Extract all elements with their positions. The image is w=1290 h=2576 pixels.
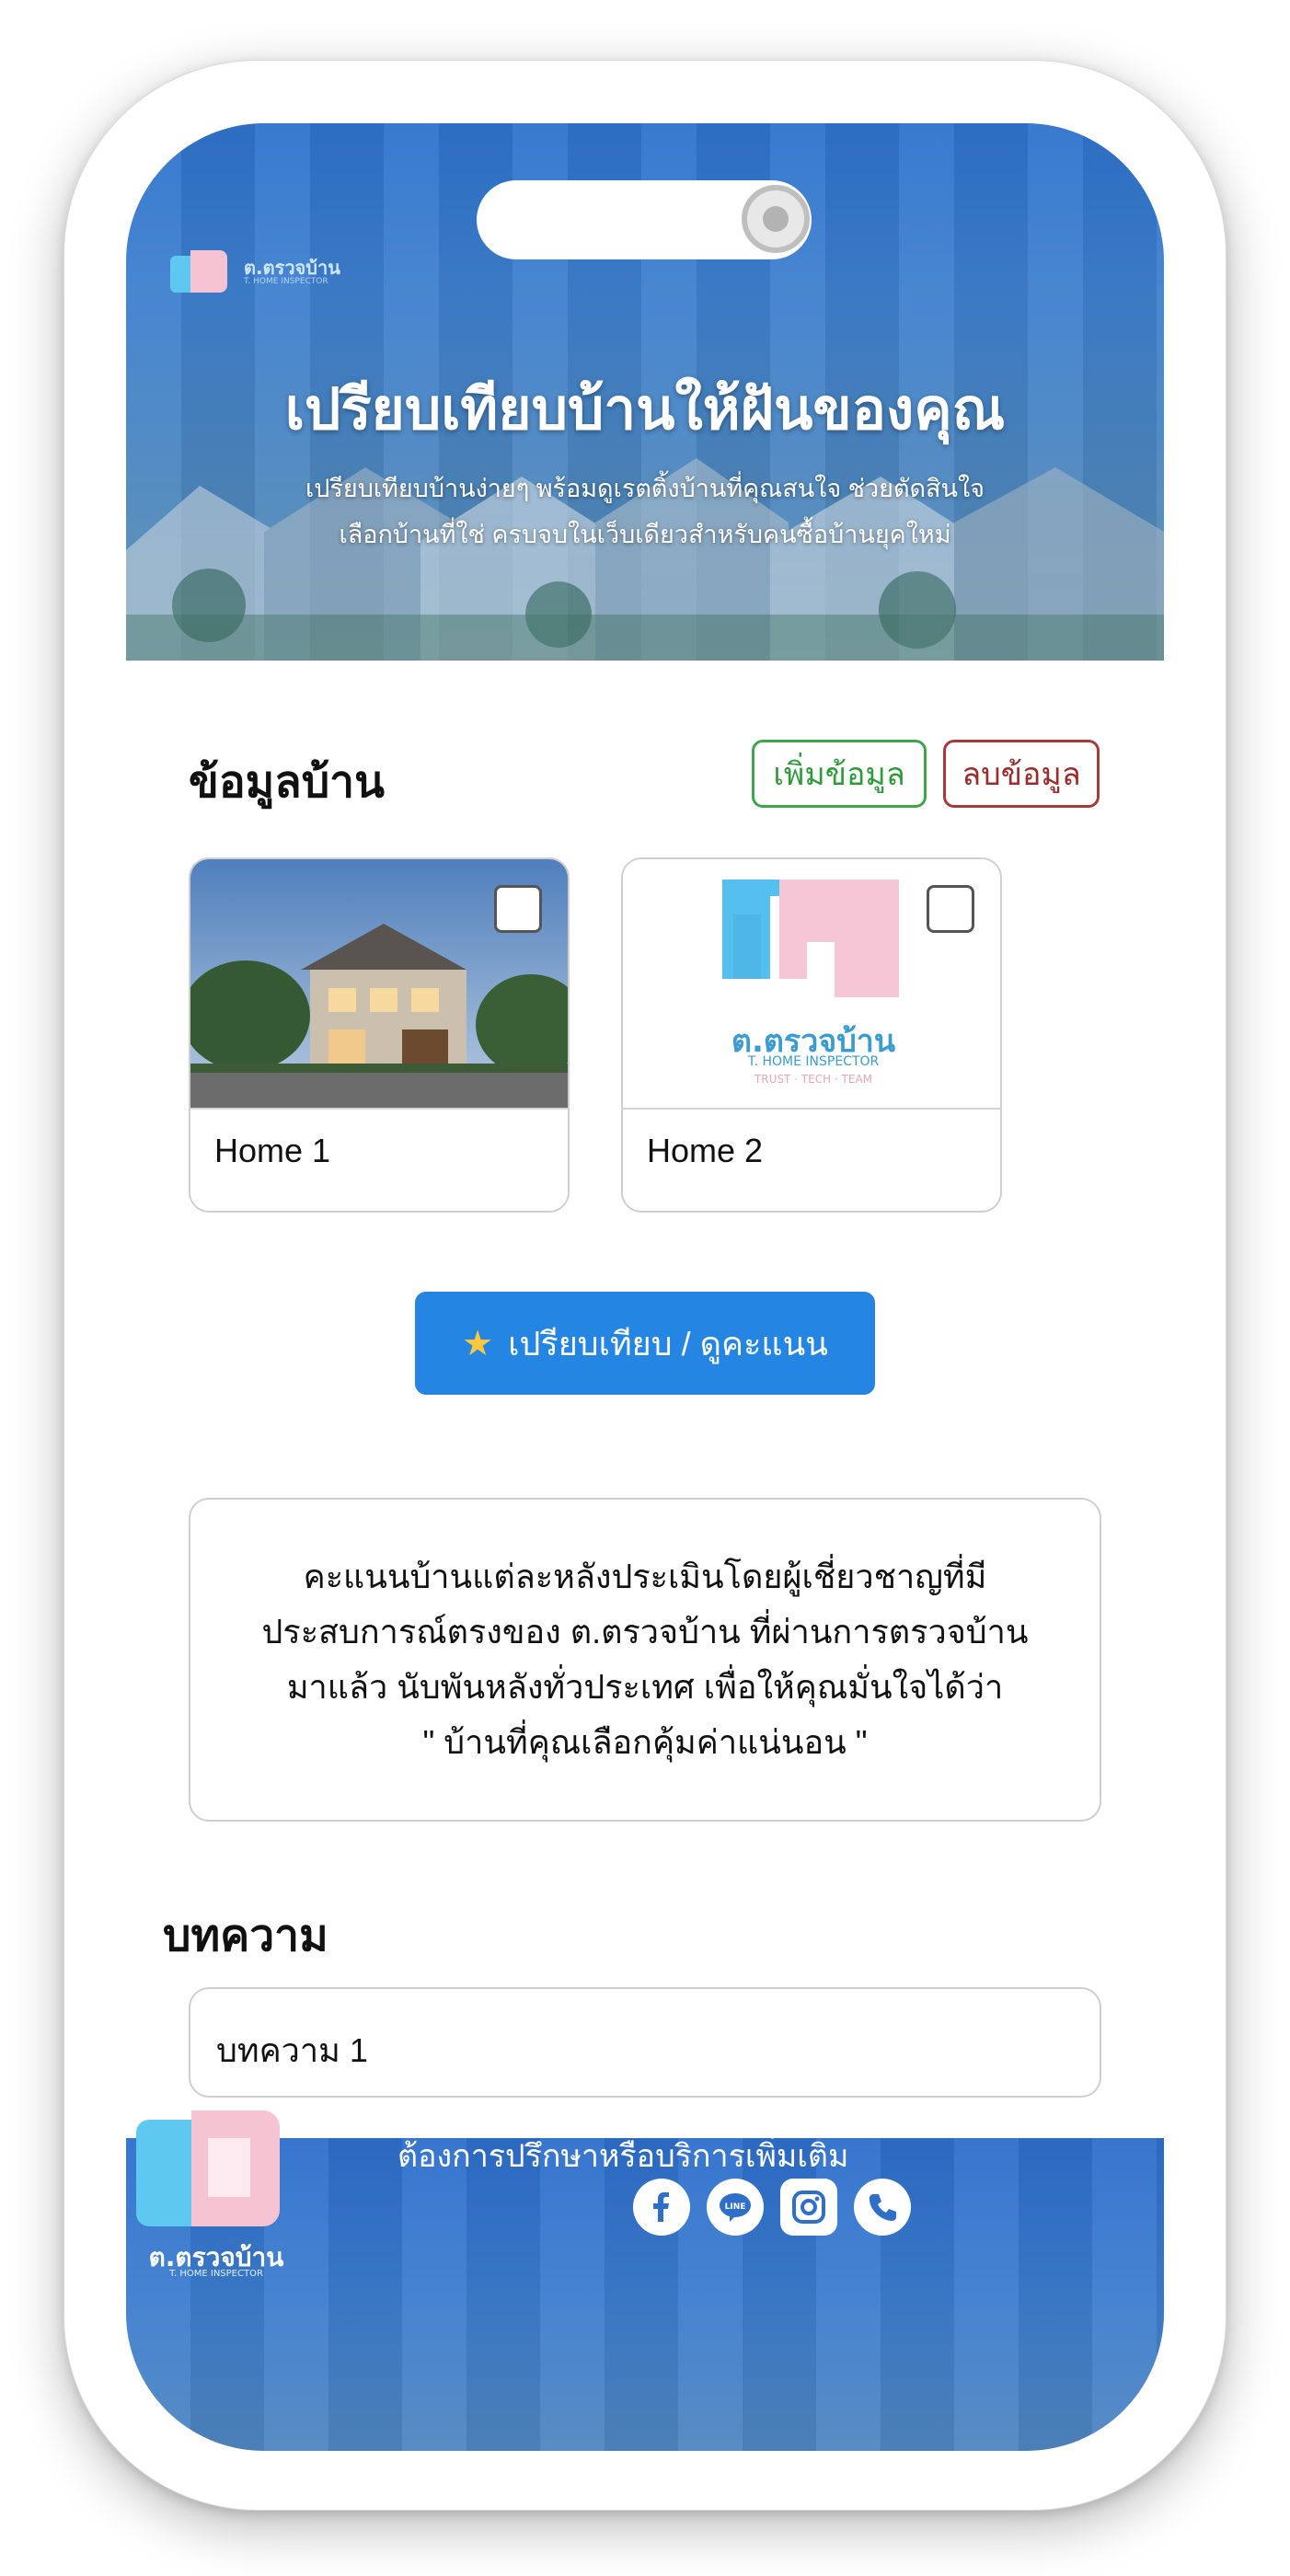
score-info-box: คะแนนบ้านแต่ละหลังประเมินโดยผู้เชี่ยวชาญ…	[189, 1498, 1101, 1822]
article-item-1[interactable]: บทความ 1	[189, 1987, 1101, 2098]
home-1-checkbox[interactable]	[494, 885, 542, 933]
hero-description: เปรียบเทียบบ้านง่ายๆ พร้อมดูเรตติ้งบ้านท…	[218, 466, 1072, 558]
hero-title: เปรียบเทียบบ้านให้ฝันของคุณ	[284, 378, 1006, 442]
home-card-1[interactable]: Home 1	[189, 857, 570, 1213]
svg-text:LINE: LINE	[725, 2202, 746, 2212]
card-divider	[190, 1108, 568, 1110]
home-1-label: Home 1	[214, 1132, 331, 1169]
info-line-3: มาแล้ว นับพันหลังทั่วประเทศ เพื่อให้คุณม…	[286, 1668, 1004, 1706]
homes-section-title: ข้อมูลบ้าน	[189, 758, 385, 807]
compare-score-button[interactable]: ★ เปรียบเทียบ / ดูคะแนน	[415, 1292, 875, 1395]
footer-brand-sub: T. HOME INSPECTOR	[169, 2269, 263, 2279]
phone-icon[interactable]	[854, 2179, 911, 2236]
info-line-4: " บ้านที่คุณเลือกคุ้มค่าแน่นอน "	[422, 1723, 868, 1761]
footer-logo[interactable]	[136, 2110, 283, 2239]
home-2-checkbox[interactable]	[927, 885, 974, 933]
instagram-icon[interactable]	[780, 2179, 837, 2236]
facebook-icon[interactable]	[633, 2179, 690, 2236]
add-data-button[interactable]: เพิ่มข้อมูล	[752, 740, 927, 808]
home-card-2[interactable]: ต.ตรวจบ้าน T. HOME INSPECTOR TRUST · TEC…	[621, 857, 1002, 1213]
articles-section-title: บทความ	[163, 1912, 328, 1961]
compare-score-label: เปรียบเทียบ / ดูคะแนน	[508, 1324, 828, 1363]
home-2-label: Home 2	[647, 1132, 764, 1169]
hero-brand-sub: T. HOME INSPECTOR	[244, 277, 328, 286]
info-line-1: คะแนนบ้านแต่ละหลังประเมินโดยผู้เชี่ยวชาญ…	[303, 1558, 987, 1595]
line-icon[interactable]: LINE	[707, 2179, 764, 2236]
home-2-logo-tag: TRUST · TECH · TEAM	[754, 1073, 873, 1086]
phone-screen: ต.ตรวจบ้าน T. HOME INSPECTOR เปรียบเทียบ…	[126, 123, 1164, 2451]
hero-brand-name: ต.ตรวจบ้าน	[244, 257, 340, 279]
info-line-2: ประสบการณ์ตรงของ ต.ตรวจบ้าน ที่ผ่านการตร…	[261, 1613, 1029, 1650]
brand-mark-icon	[170, 250, 235, 294]
delete-data-button[interactable]: ลบข้อมูล	[943, 740, 1100, 808]
hero-logo[interactable]: ต.ตรวจบ้าน T. HOME INSPECTOR	[170, 250, 340, 294]
camera-icon	[742, 185, 810, 253]
home-2-logo-sub: T. HOME INSPECTOR	[747, 1054, 880, 1069]
hero-description-line1: เปรียบเทียบบ้านง่ายๆ พร้อมดูเรตติ้งบ้านท…	[305, 475, 985, 502]
hero-description-line2: เลือกบ้านที่ใช่ ครบจบในเว็บเดียวสำหรับคน…	[339, 521, 951, 548]
footer-contact-text: ต้องการปรึกษาหรือบริการเพิ่มเติม	[397, 2139, 849, 2174]
star-icon: ★	[462, 1324, 494, 1363]
article-item-1-label: บทความ 1	[216, 2031, 368, 2069]
card-divider	[623, 1108, 1000, 1110]
